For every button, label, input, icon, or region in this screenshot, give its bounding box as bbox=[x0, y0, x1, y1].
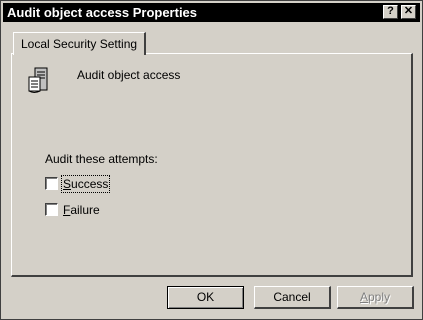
audit-attempts-label: Audit these attempts: bbox=[45, 152, 158, 166]
properties-dialog: Audit object access Properties ? ✕ Local… bbox=[0, 0, 423, 320]
apply-access-key: A bbox=[359, 290, 368, 304]
success-label[interactable]: Success bbox=[60, 175, 111, 193]
apply-label-text: pply bbox=[368, 290, 391, 304]
failure-checkbox[interactable] bbox=[45, 203, 58, 216]
success-access-key: S bbox=[63, 177, 72, 191]
cancel-button[interactable]: Cancel bbox=[254, 286, 331, 309]
ok-button[interactable]: OK bbox=[167, 286, 244, 309]
failure-label[interactable]: Failure bbox=[63, 202, 100, 218]
tab-label: Local Security Setting bbox=[21, 37, 138, 51]
policy-name: Audit object access bbox=[77, 68, 181, 82]
success-label-text: uccess bbox=[71, 177, 109, 191]
apply-button[interactable]: Apply bbox=[337, 286, 414, 309]
tab-local-security-setting[interactable]: Local Security Setting bbox=[13, 32, 147, 55]
policy-server-icon bbox=[28, 67, 48, 93]
title-bar[interactable]: Audit object access Properties ? ✕ bbox=[3, 3, 420, 22]
close-icon: ✕ bbox=[403, 5, 414, 17]
help-icon: ? bbox=[387, 5, 394, 17]
success-checkbox[interactable] bbox=[45, 177, 58, 190]
window-title: Audit object access Properties bbox=[7, 5, 198, 20]
close-button[interactable]: ✕ bbox=[401, 5, 416, 19]
help-button[interactable]: ? bbox=[383, 5, 398, 19]
failure-label-text: ailure bbox=[70, 203, 100, 217]
